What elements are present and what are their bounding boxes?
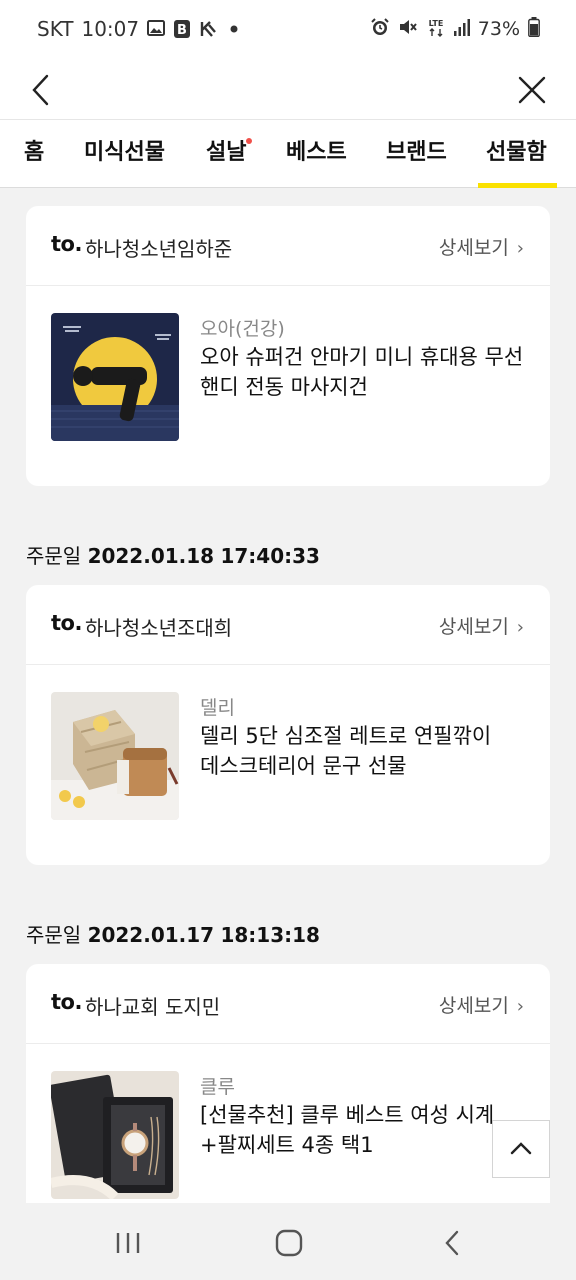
back-icon [445, 1230, 459, 1256]
chevron-right-icon: › [516, 617, 524, 638]
status-bar: SKT 10:07 B LTE 73% [0, 0, 576, 58]
to-prefix: to. [51, 611, 82, 635]
chevron-right-icon: › [516, 238, 524, 259]
order-date: 주문일 2022.01.17 18:13:18 [26, 919, 320, 948]
alarm-icon [370, 17, 390, 42]
recipient-name: 하나교회 도지민 [85, 995, 221, 1019]
brand-name: 클루 [200, 1076, 235, 1098]
recents-button[interactable] [106, 1221, 150, 1265]
clock: 10:07 [81, 17, 140, 41]
home-icon [275, 1229, 303, 1257]
battery-icon [528, 16, 540, 42]
back-button[interactable] [24, 66, 64, 110]
order-date-label: 주문일 [26, 544, 82, 568]
brand-name: 오아(건강) [200, 318, 285, 340]
brand-name: 델리 [200, 697, 235, 719]
tab-label: 브랜드 [386, 140, 447, 165]
b-app-icon: B [173, 20, 191, 38]
gift-card-body[interactable]: 클루 [선물추천] 클루 베스트 여성 시계+팔찌세트 4종 택1 [26, 1044, 550, 1203]
tab-lunar-new-year[interactable]: 설날 [206, 120, 253, 188]
tab-label: 베스트 [286, 140, 347, 165]
order-time-value: 17:40:33 [220, 544, 320, 568]
status-right: LTE 73% [370, 16, 540, 42]
tab-label: 홈 [24, 140, 45, 165]
tab-label: 선물함 [486, 140, 547, 165]
product-name[interactable]: [선물추천] 클루 베스트 여성 시계+팔찌세트 4종 택1 [200, 1100, 526, 1160]
battery-percent: 73% [477, 18, 520, 40]
recipient-name: 하나청소년조대희 [85, 616, 233, 640]
tab-home[interactable]: 홈 [24, 120, 44, 188]
close-icon [518, 76, 546, 104]
tab-bar: 홈 미식선물 설날 베스트 브랜드 선물함 [0, 120, 576, 188]
view-details-link[interactable]: 상세보기 › [439, 612, 524, 639]
svg-text:B: B [177, 23, 187, 38]
gift-card: to. 하나청소년조대희 상세보기 › 델리 델리 5단 심조절 레트로 연필깎… [26, 585, 550, 865]
gift-card: to. 하나교회 도지민 상세보기 › 클루 [선물추천] 클루 베스트 여성 시… [26, 964, 550, 1203]
order-date-value: 2022.01.18 [87, 544, 215, 568]
k-app-icon [199, 20, 217, 38]
home-button[interactable] [267, 1221, 311, 1265]
view-details-link[interactable]: 상세보기 › [439, 233, 524, 260]
nav-header [0, 58, 576, 120]
tab-gourmet-gift[interactable]: 미식선물 [84, 120, 165, 188]
view-details-link[interactable]: 상세보기 › [439, 991, 524, 1018]
order-time-value: 18:13:18 [220, 923, 320, 947]
watch-set-image [51, 1071, 179, 1199]
tab-label: 미식선물 [84, 140, 165, 165]
product-thumbnail[interactable] [51, 313, 179, 441]
order-date-value: 2022.01.17 [87, 923, 215, 947]
system-back-button[interactable] [430, 1221, 474, 1265]
mute-icon [398, 17, 418, 42]
scroll-to-top-button[interactable] [492, 1120, 550, 1178]
dot-icon [225, 20, 243, 38]
close-button[interactable] [512, 66, 552, 110]
svg-text:LTE: LTE [428, 19, 443, 28]
to-prefix: to. [51, 232, 82, 256]
status-left: SKT 10:07 B [37, 17, 243, 41]
product-thumbnail[interactable] [51, 692, 179, 820]
gift-card-body[interactable]: 델리 델리 5단 심조절 레트로 연필깎이 데스크테리어 문구 선물 [26, 665, 550, 865]
view-details-label: 상세보기 [438, 995, 509, 1017]
tab-label: 설날 [206, 140, 247, 165]
system-navigation-bar [0, 1203, 576, 1280]
recents-icon [116, 1233, 140, 1253]
product-name[interactable]: 오아 슈퍼건 안마기 미니 휴대용 무선 핸디 전동 마사지건 [200, 342, 526, 402]
gallery-icon [147, 20, 166, 38]
tab-best[interactable]: 베스트 [286, 120, 347, 188]
chevron-right-icon: › [516, 996, 524, 1017]
chevron-up-icon [510, 1142, 532, 1155]
product-thumbnail[interactable] [51, 1071, 179, 1199]
tab-brand[interactable]: 브랜드 [386, 120, 447, 188]
pencil-sharpener-image [51, 692, 179, 820]
view-details-label: 상세보기 [438, 237, 509, 259]
gift-card-header: to. 하나교회 도지민 상세보기 › [26, 964, 550, 1044]
order-date-label: 주문일 [26, 923, 82, 947]
massage-gun-image [51, 313, 179, 441]
product-name[interactable]: 델리 5단 심조절 레트로 연필깎이 데스크테리어 문구 선물 [200, 721, 526, 781]
gift-card-header: to. 하나청소년조대희 상세보기 › [26, 585, 550, 665]
gift-card-body[interactable]: 오아(건강) 오아 슈퍼건 안마기 미니 휴대용 무선 핸디 전동 마사지건 [26, 286, 550, 486]
new-badge-dot [246, 138, 253, 144]
recipient-name: 하나청소년임하준 [85, 237, 233, 261]
gift-list[interactable]: to. 하나청소년임하준 상세보기 › 오아(건강) 오아 슈퍼건 안마기 미니 … [0, 188, 576, 1203]
to-prefix: to. [51, 990, 82, 1014]
view-details-label: 상세보기 [438, 616, 509, 638]
chevron-left-icon [32, 74, 49, 106]
carrier-label: SKT [37, 17, 74, 41]
lte-icon: LTE [426, 17, 446, 42]
gift-card-header: to. 하나청소년임하준 상세보기 › [26, 206, 550, 286]
order-date: 주문일 2022.01.18 17:40:33 [26, 540, 320, 569]
signal-icon [453, 18, 470, 41]
gift-card: to. 하나청소년임하준 상세보기 › 오아(건강) 오아 슈퍼건 안마기 미니 … [26, 206, 550, 486]
tab-gift-box[interactable]: 선물함 [478, 120, 557, 188]
